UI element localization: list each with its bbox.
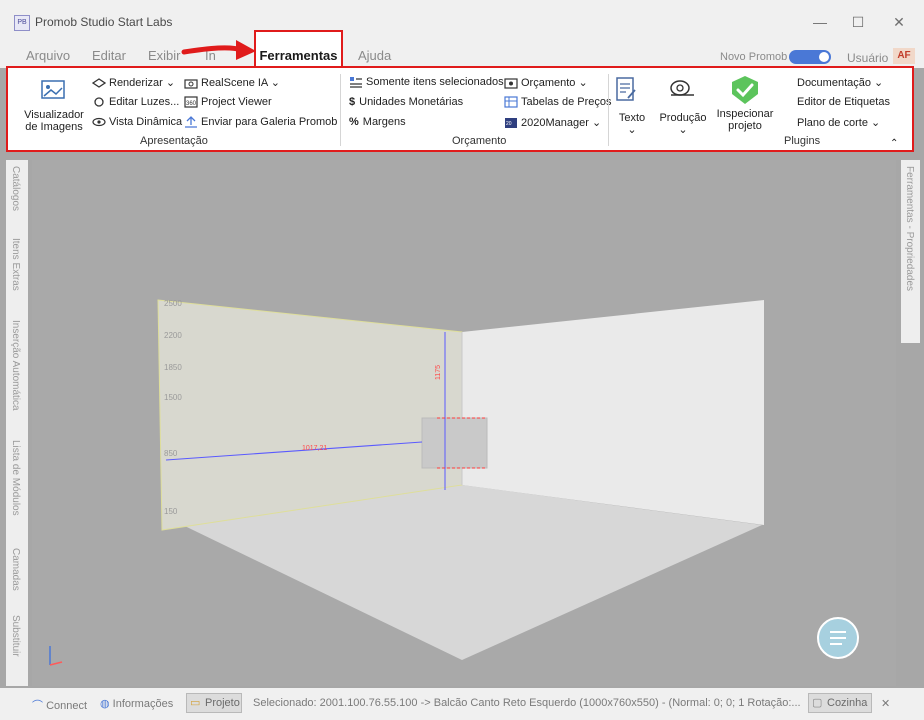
- documentacao-button[interactable]: Documentação ⌄: [797, 76, 883, 89]
- novo-promob-label: Novo Promob: [720, 51, 788, 63]
- tab-catalogos[interactable]: Catálogos: [10, 166, 21, 211]
- unidades-monetarias-button[interactable]: $ Unidades Monetárias: [349, 96, 463, 108]
- margens-button[interactable]: % Margens: [349, 116, 406, 128]
- app-logo: PB: [14, 15, 30, 31]
- selection-status-text: Selecionado: 2001.100.76.55.100 -> Balcã…: [253, 697, 801, 709]
- vertical-dimension-label: 1175: [435, 365, 442, 380]
- editar-luzes-button[interactable]: Editar Luzes...: [92, 96, 179, 108]
- tab-lista-modulos[interactable]: Lista de Módulos: [10, 440, 21, 516]
- project-viewer-button[interactable]: 360 Project Viewer: [184, 96, 272, 108]
- viewer-360-icon: 360: [184, 96, 198, 108]
- globe-icon: ◍: [100, 698, 110, 710]
- maximize-button[interactable]: ☐: [843, 10, 873, 34]
- vista-dinamica-button[interactable]: Vista Dinâmica: [92, 116, 182, 128]
- title-bar: PB Promob Studio Start Labs — ☐ ✕: [0, 0, 924, 44]
- dollar-icon: $: [349, 96, 356, 108]
- plano-corte-button[interactable]: Plano de corte ⌄: [797, 116, 880, 129]
- environment-icon: ▢: [812, 697, 823, 709]
- annotation-arrow-icon: [181, 40, 256, 60]
- left-sidebar: Catálogos Itens Extras Inserção Automáti…: [6, 160, 28, 686]
- orcamento-button[interactable]: Orçamento ⌄: [504, 76, 588, 89]
- ribbon-divider: [608, 74, 609, 146]
- group-label-apresentacao: Apresentação: [140, 135, 208, 147]
- render-icon: [91, 78, 107, 88]
- menu-bar: Arquivo Editar Exibir In Ajuda Novo Prom…: [0, 44, 924, 68]
- producao-button[interactable]: Produção: [658, 112, 708, 124]
- window-title: Promob Studio Start Labs: [35, 15, 173, 29]
- realscene-button[interactable]: RealScene IA ⌄: [184, 76, 280, 89]
- height-mark: 850: [164, 449, 178, 458]
- svg-text:360: 360: [186, 101, 197, 107]
- tab-ferramentas-propriedades[interactable]: Ferramentas - Propriedades: [904, 166, 915, 291]
- wifi-icon: ⌒: [32, 700, 43, 712]
- close-button[interactable]: ✕: [884, 10, 914, 34]
- texto-dropdown-chevron-icon[interactable]: ⌄: [612, 124, 652, 136]
- menu-ferramentas-label: Ferramentas: [259, 48, 338, 63]
- axis-gizmo-x: [49, 661, 63, 666]
- informacoes-tab[interactable]: ◍ Informações: [100, 697, 173, 710]
- minimize-button[interactable]: —: [805, 10, 835, 34]
- inspecionar-projeto-button[interactable]: Inspecionar projeto: [712, 108, 778, 132]
- novo-promob-toggle[interactable]: [789, 50, 831, 64]
- status-bar: ⌒ Connect ◍ Informações ▭ Projeto Seleci…: [0, 688, 924, 720]
- somente-itens-button[interactable]: Somente itens selecionados: [349, 76, 504, 88]
- tape-measure-icon: [670, 80, 694, 96]
- editor-etiquetas-button[interactable]: Editor de Etiquetas: [797, 96, 890, 108]
- percent-icon: %: [349, 116, 359, 128]
- height-mark: 150: [164, 507, 178, 516]
- user-label[interactable]: Usuário: [847, 51, 888, 65]
- collapse-ribbon-chevron-icon[interactable]: ⌃: [890, 138, 898, 149]
- tab-substituir[interactable]: Substituir: [10, 615, 21, 657]
- manager-2020-button[interactable]: 20 2020Manager ⌄: [504, 116, 601, 129]
- tab-itens-extras[interactable]: Itens Extras: [10, 238, 21, 291]
- menu-exibir[interactable]: Exibir: [148, 48, 181, 63]
- manager-icon: 20: [505, 118, 517, 129]
- renderizar-button[interactable]: Renderizar ⌄: [91, 76, 175, 89]
- right-sidebar: Ferramentas - Propriedades: [901, 160, 920, 343]
- tabelas-precos-button[interactable]: Tabelas de Preços: [504, 96, 612, 108]
- room-3d-scene: 2500 2200 1850 1500 850 150 1017,21 1175: [49, 299, 859, 666]
- eye-icon: [92, 117, 106, 127]
- svg-text:20: 20: [506, 121, 512, 127]
- visualizador-imagens-button[interactable]: Visualizador de Imagens: [22, 109, 86, 133]
- producao-dropdown-chevron-icon[interactable]: ⌄: [658, 124, 708, 136]
- environment-tab[interactable]: ▢ Cozinha: [808, 693, 872, 713]
- connect-status[interactable]: ⌒ Connect: [32, 697, 87, 713]
- height-mark: 1500: [164, 393, 182, 402]
- upload-icon: [185, 116, 197, 128]
- camera-icon: [184, 79, 198, 89]
- image-viewer-icon: [41, 80, 65, 99]
- menu-arquivo[interactable]: Arquivo: [26, 48, 70, 63]
- check-icon: [732, 76, 758, 104]
- list-select-icon: [350, 77, 362, 88]
- budget-icon: [504, 78, 518, 89]
- user-avatar[interactable]: AF: [893, 48, 915, 64]
- menu-ajuda[interactable]: Ajuda: [358, 48, 391, 63]
- tab-camadas[interactable]: Camadas: [10, 548, 21, 591]
- group-label-plugins: Plugins: [784, 135, 821, 147]
- lights-icon: [94, 97, 104, 107]
- 3d-viewport[interactable]: 2500 2200 1850 1500 850 150 1017,21 1175: [32, 160, 896, 686]
- height-mark: 1850: [164, 363, 182, 372]
- enviar-galeria-button[interactable]: Enviar para Galeria Promob: [184, 116, 337, 128]
- ribbon-divider: [340, 74, 341, 146]
- texto-button[interactable]: Texto: [612, 112, 652, 124]
- tools-ribbon: Visualizador de Imagens Renderizar ⌄ Edi…: [6, 66, 914, 152]
- projeto-tab[interactable]: ▭ Projeto: [186, 693, 242, 713]
- dimension-label: 1017,21: [302, 445, 327, 452]
- tab-insercao-automatica[interactable]: Inserção Automática: [10, 320, 21, 411]
- height-mark: 2500: [164, 299, 182, 308]
- selected-cabinet: [421, 417, 488, 469]
- menu-editar[interactable]: Editar: [92, 48, 126, 63]
- app-window: PB Promob Studio Start Labs — ☐ ✕ Arquiv…: [0, 0, 924, 720]
- close-environment-icon[interactable]: ✕: [881, 697, 890, 710]
- price-table-icon: [504, 96, 518, 108]
- height-mark: 2200: [164, 331, 182, 340]
- text-icon: [616, 77, 636, 101]
- menu-ferramentas[interactable]: Ferramentas: [254, 30, 343, 70]
- folder-icon: ▭: [190, 697, 201, 709]
- group-label-orcamento: Orçamento: [452, 135, 507, 147]
